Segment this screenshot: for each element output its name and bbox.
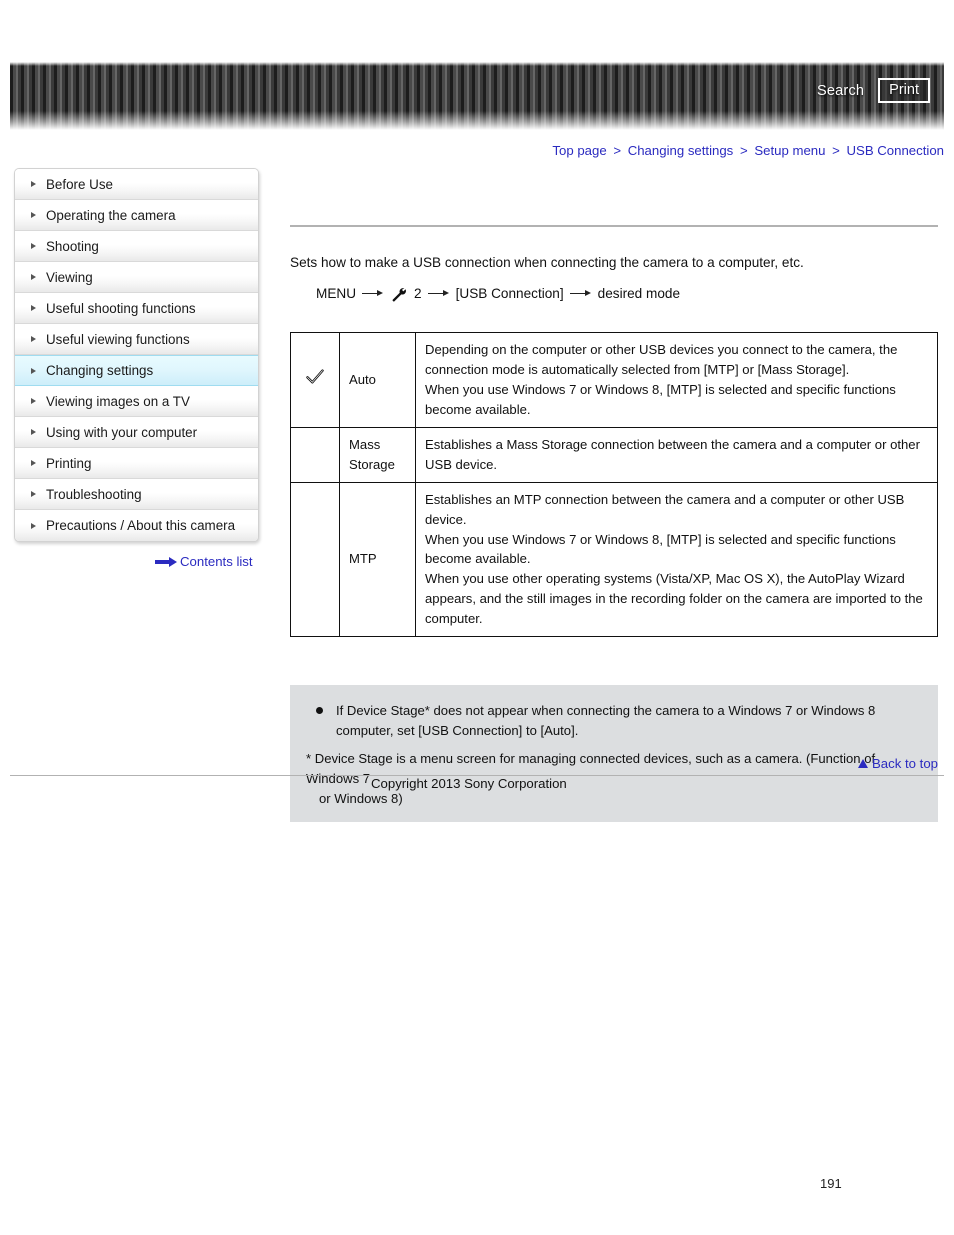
- table-row: Mass Storage Establishes a Mass Storage …: [290, 426, 938, 483]
- breadcrumb-item-usb-connection[interactable]: USB Connection: [847, 143, 945, 158]
- sidebar-item-operating-the-camera[interactable]: Operating the camera: [15, 200, 258, 231]
- copyright-text: Copyright 2013 Sony Corporation: [371, 776, 567, 791]
- wrench-icon: [390, 286, 408, 303]
- sidebar-item-precautions-about-this-camera[interactable]: Precautions / About this camera: [15, 510, 258, 541]
- mode-name: Auto: [339, 332, 416, 428]
- menu-path-start: MENU: [316, 286, 357, 302]
- sidebar-item-label: Using with your computer: [46, 424, 198, 440]
- header-banner: Search Print: [10, 62, 944, 130]
- chevron-right-icon: [31, 367, 36, 374]
- sidebar-item-label: Useful shooting functions: [46, 300, 196, 316]
- mode-description: Depending on the computer or other USB d…: [415, 332, 938, 428]
- arrow-right-icon: [362, 289, 384, 298]
- print-button[interactable]: Print: [878, 78, 930, 103]
- sidebar-item-label: Shooting: [46, 238, 99, 254]
- sidebar-item-label: Viewing: [46, 269, 93, 285]
- default-check-cell: [290, 332, 340, 428]
- mode-description: Establishes a Mass Storage connection be…: [415, 426, 938, 483]
- header-actions: Search Print: [817, 78, 930, 103]
- note-bullet-text: If Device Stage* does not appear when co…: [336, 702, 876, 738]
- chevron-right-icon: [31, 336, 36, 342]
- chevron-right-icon: [31, 522, 36, 529]
- mode-description: Establishes an MTP connection between th…: [415, 481, 938, 637]
- sidebar-item-viewing[interactable]: Viewing: [15, 262, 258, 293]
- triangle-up-icon: [858, 759, 869, 768]
- main-content: Sets how to make a USB connection when c…: [290, 225, 938, 823]
- breadcrumb-separator: >: [613, 143, 622, 158]
- sidebar-item-before-use[interactable]: Before Use: [15, 169, 258, 200]
- table-row: Auto Depending on the computer or other …: [290, 332, 938, 428]
- back-to-top-link[interactable]: Back to top: [858, 756, 938, 771]
- note-box: If Device Stage* does not appear when co…: [290, 684, 938, 823]
- sidebar-item-changing-settings[interactable]: Changing settings: [15, 355, 258, 386]
- search-link[interactable]: Search: [817, 83, 864, 99]
- note-bullet-item: If Device Stage* does not appear when co…: [306, 701, 922, 740]
- menu-path-end: desired mode: [597, 286, 681, 302]
- breadcrumb-separator: >: [832, 143, 840, 158]
- arrow-right-icon: [427, 289, 450, 298]
- sidebar: Before Use Operating the camera Shooting…: [14, 168, 259, 542]
- contents-list-link[interactable]: Contents list: [155, 554, 253, 569]
- menu-path-item: [USB Connection]: [455, 286, 564, 302]
- back-to-top-row: Back to top: [290, 756, 938, 771]
- chevron-right-icon: [31, 305, 36, 311]
- sidebar-item-label: Printing: [46, 455, 92, 471]
- content-top-divider: [290, 225, 938, 227]
- sidebar-item-troubleshooting[interactable]: Troubleshooting: [15, 479, 258, 510]
- breadcrumb: Top page > Changing settings > Setup men…: [552, 143, 944, 158]
- sidebar-item-shooting[interactable]: Shooting: [15, 231, 258, 262]
- chevron-right-icon: [31, 398, 36, 404]
- arrow-right-icon: [155, 556, 177, 567]
- sidebar-item-viewing-images-on-a-tv[interactable]: Viewing images on a TV: [15, 386, 258, 417]
- menu-path: MENU 2 [USB Connection] desired mode: [316, 285, 938, 302]
- sidebar-item-printing[interactable]: Printing: [15, 448, 258, 479]
- sidebar-item-label: Viewing images on a TV: [46, 393, 190, 409]
- sidebar-item-label: Before Use: [46, 176, 113, 192]
- sidebar-item-label: Precautions / About this camera: [46, 518, 236, 533]
- note-footnote-line2: or Windows 8): [319, 790, 403, 806]
- sidebar-item-useful-viewing-functions[interactable]: Useful viewing functions: [15, 324, 258, 355]
- breadcrumb-item-setup-menu[interactable]: Setup menu: [754, 143, 825, 158]
- page-number: 191: [820, 1176, 842, 1191]
- usb-modes-table: Auto Depending on the computer or other …: [290, 332, 938, 637]
- bullet-icon: [316, 706, 323, 714]
- checkmark-icon: [305, 368, 325, 386]
- breadcrumb-item-top-page[interactable]: Top page: [552, 143, 606, 158]
- chevron-right-icon: [31, 429, 36, 435]
- sidebar-item-label: Useful viewing functions: [46, 331, 190, 347]
- menu-path-setup-number: 2: [414, 286, 422, 302]
- breadcrumb-separator: >: [739, 143, 748, 158]
- sidebar-item-label: Operating the camera: [46, 207, 176, 223]
- contents-list-label: Contents list: [180, 554, 253, 569]
- back-to-top-label: Back to top: [872, 756, 938, 771]
- chevron-right-icon: [31, 491, 36, 497]
- breadcrumb-item-changing-settings[interactable]: Changing settings: [628, 143, 734, 158]
- mode-name: Mass Storage: [339, 426, 416, 483]
- sidebar-item-label: Changing settings: [46, 363, 154, 378]
- chevron-right-icon: [31, 181, 36, 187]
- intro-paragraph: Sets how to make a USB connection when c…: [290, 255, 804, 270]
- chevron-right-icon: [31, 460, 36, 466]
- table-row: MTP Establishes an MTP connection betwee…: [290, 481, 938, 637]
- chevron-right-icon: [31, 243, 36, 249]
- sidebar-item-useful-shooting-functions[interactable]: Useful shooting functions: [15, 293, 258, 324]
- chevron-right-icon: [31, 212, 36, 218]
- sidebar-item-using-with-your-computer[interactable]: Using with your computer: [15, 417, 258, 448]
- default-check-cell: [290, 426, 340, 483]
- default-check-cell: [290, 481, 340, 637]
- chevron-right-icon: [31, 274, 36, 280]
- arrow-right-icon: [569, 289, 592, 298]
- mode-name: MTP: [339, 481, 416, 637]
- sidebar-item-label: Troubleshooting: [46, 486, 142, 502]
